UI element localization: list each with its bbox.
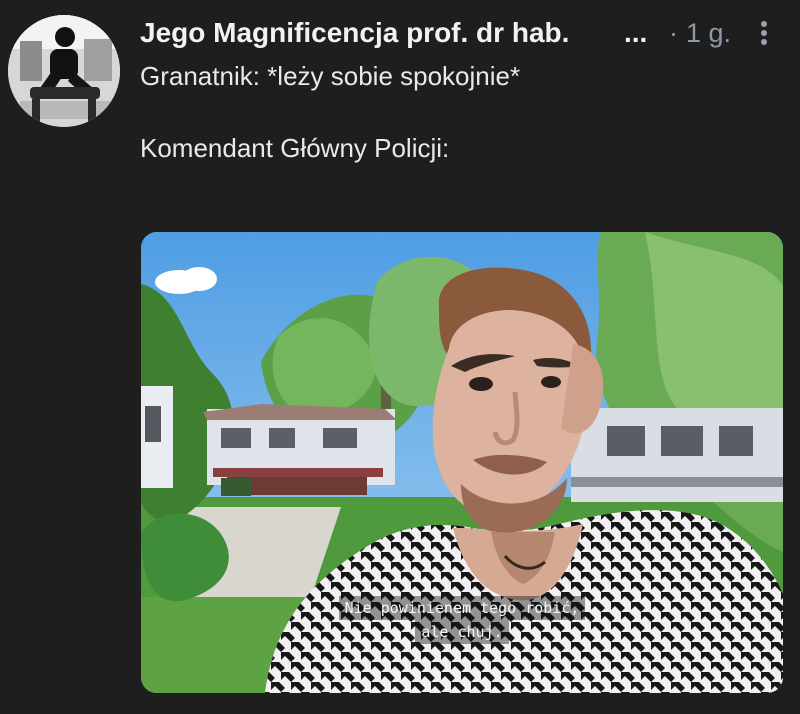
tweet-time[interactable]: 1 g. <box>686 14 731 52</box>
tweet-text-line-1: Granatnik: *leży sobie spokojnie* <box>140 61 521 91</box>
avatar[interactable] <box>8 15 120 127</box>
tweet-header: Jego Magnificencja prof. dr hab. ... · 1… <box>140 14 790 54</box>
header-separator: · <box>669 18 678 48</box>
author-name[interactable]: Jego Magnificencja prof. dr hab. <box>140 14 569 52</box>
avatar-image <box>8 15 120 127</box>
tweet-media[interactable]: Nie powinienem tego robić, ale chuj. <box>141 232 783 693</box>
more-vertical-icon[interactable] <box>755 18 773 48</box>
tweet-text: Granatnik: *leży sobie spokojnie* Komend… <box>140 58 760 166</box>
tweet-text-gap <box>140 94 760 130</box>
media-image <box>141 232 783 693</box>
tweet-text-line-2: Komendant Główny Policji: <box>140 133 450 163</box>
tweet-card: Jego Magnificencja prof. dr hab. ... · 1… <box>0 0 800 714</box>
author-name-ellipsis: ... <box>624 17 648 48</box>
